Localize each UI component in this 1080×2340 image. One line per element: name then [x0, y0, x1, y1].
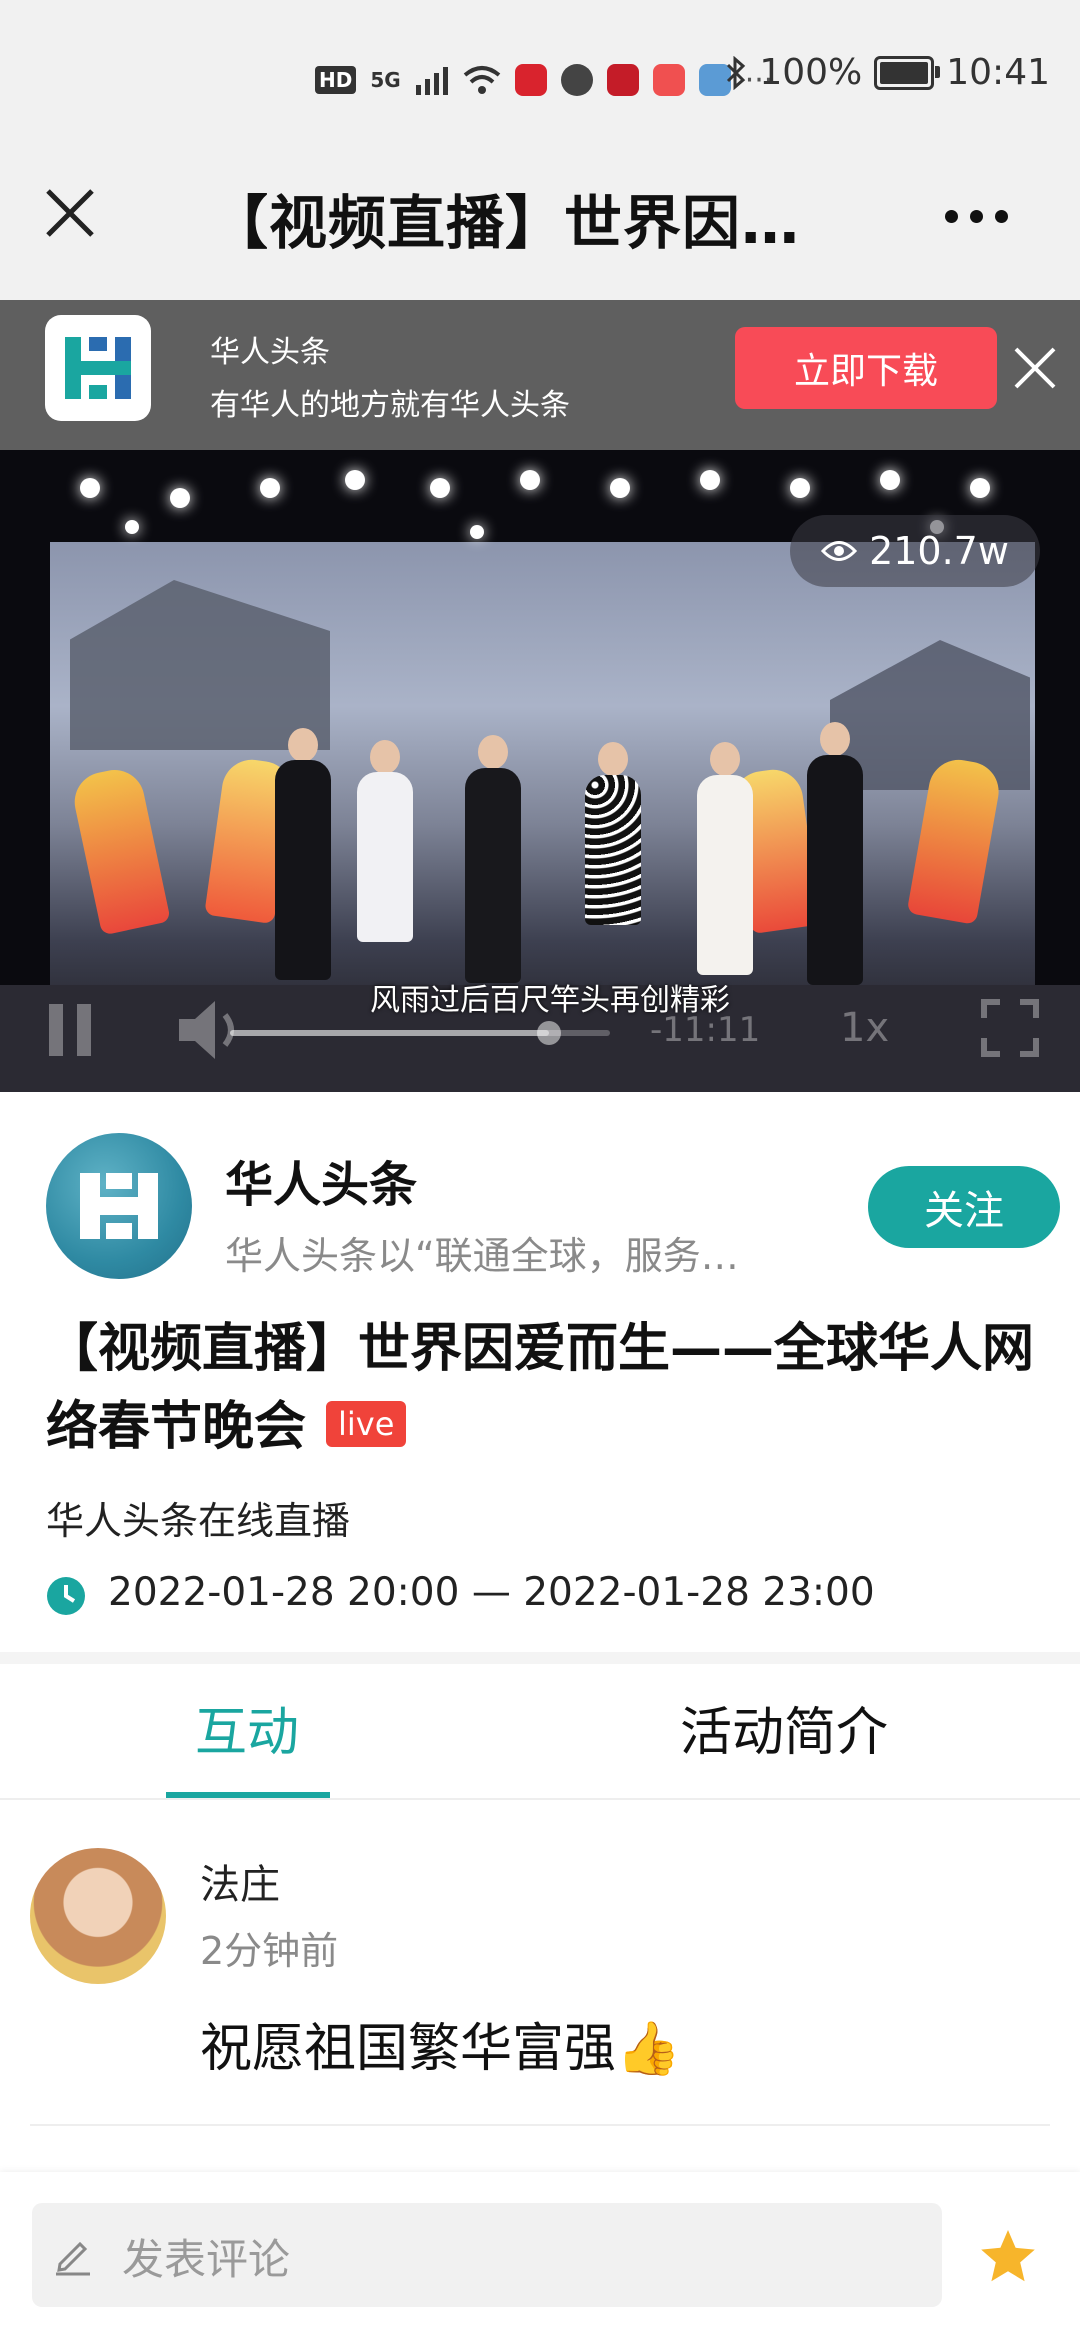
section-divider [0, 1652, 1080, 1664]
app-notification-icon [560, 64, 593, 96]
pencil-icon [56, 2241, 90, 2276]
singer [465, 768, 521, 983]
singer [275, 760, 331, 980]
live-badge: live [326, 1401, 407, 1447]
stage-light [700, 470, 720, 490]
clock-time: 10:41 [946, 52, 1050, 93]
app-logo [45, 315, 151, 421]
tab-divider [0, 1798, 1080, 1800]
status-icons: HD 5G ··· [315, 58, 773, 102]
singer [807, 755, 863, 985]
app-notification-icon [652, 64, 685, 96]
channel-avatar[interactable] [46, 1133, 192, 1279]
stage-light [80, 478, 100, 498]
event-organizer: 华人头条在线直播 [46, 1499, 351, 1543]
seek-bar-fill [230, 1030, 550, 1036]
tab-interaction[interactable]: 互动 [195, 1690, 299, 1765]
singer [288, 728, 318, 762]
close-icon[interactable] [1010, 343, 1060, 393]
close-icon[interactable] [40, 183, 100, 243]
comment-text: 祝愿祖国繁华富强👍 [200, 2019, 681, 2079]
stage-light [610, 478, 630, 498]
fullscreen-icon[interactable] [980, 998, 1040, 1058]
comment-username[interactable]: 法庄 [200, 1852, 280, 1910]
comment-time: 2分钟前 [200, 1929, 339, 1973]
star-icon[interactable] [978, 2226, 1038, 2286]
banner-slogan: 有华人的地方就有华人头条 [210, 388, 570, 423]
stage-light [790, 478, 810, 498]
time-remaining: -11:11 [650, 1010, 761, 1050]
tab-event-intro[interactable]: 活动简介 [680, 1690, 888, 1765]
comment-divider [30, 2124, 1050, 2126]
singer [370, 740, 400, 774]
singer [598, 742, 628, 776]
stage-light [125, 520, 139, 534]
seek-bar-knob[interactable] [537, 1021, 562, 1045]
wifi-icon [463, 66, 500, 94]
status-right: 100% 10:41 [725, 52, 1050, 93]
singer [697, 775, 753, 975]
view-count-value: 210.7w [869, 529, 1009, 573]
channel-description: 华人头条以“联通全球，服务… [225, 1234, 739, 1278]
follow-button[interactable]: 关注 [868, 1166, 1060, 1248]
more-dots-icon[interactable] [945, 196, 1015, 236]
view-count: 210.7w [790, 515, 1040, 587]
hd-badge: HD [315, 66, 357, 94]
battery-icon [874, 55, 941, 90]
network-type: 5G [370, 68, 401, 92]
eye-icon [821, 541, 858, 561]
clock-icon [47, 1577, 85, 1615]
signal-icon [415, 67, 448, 95]
singer [478, 735, 508, 769]
singer [710, 742, 740, 776]
playback-speed-button[interactable]: 1x [840, 1005, 889, 1051]
event-title-text: 【视频直播】世界因爱而生——全球华人网络春节晚会 [46, 1319, 1035, 1457]
stage-light [170, 488, 190, 508]
comment-placeholder: 发表评论 [122, 2235, 291, 2284]
avatar[interactable] [30, 1848, 166, 1984]
app-notification-icon [514, 64, 547, 96]
stage-light [970, 478, 990, 498]
event-time-range: 2022-01-28 20:00 — 2022-01-28 23:00 [108, 1570, 875, 1615]
singer [820, 722, 850, 756]
download-button[interactable]: 立即下载 [735, 327, 997, 409]
pause-icon[interactable] [45, 1000, 97, 1060]
stage-light [880, 470, 900, 490]
battery-percent: 100% [759, 52, 863, 93]
page-title: 【视频直播】世界因… [210, 189, 801, 257]
singer [585, 775, 641, 925]
stage-light [520, 470, 540, 490]
bluetooth-icon [727, 55, 746, 90]
stage-light [260, 478, 280, 498]
banner-app-name: 华人头条 [210, 335, 330, 370]
singer [357, 772, 413, 942]
channel-name[interactable]: 华人头条 [225, 1145, 417, 1215]
stage-light [345, 470, 365, 490]
stage-light [430, 478, 450, 498]
event-title: 【视频直播】世界因爱而生——全球华人网络春节晚会 live [46, 1310, 1046, 1466]
stage-light [470, 525, 484, 539]
app-notification-icon [606, 64, 639, 96]
